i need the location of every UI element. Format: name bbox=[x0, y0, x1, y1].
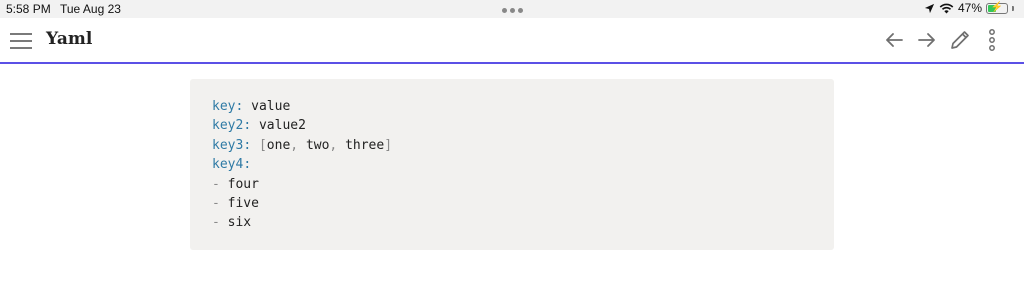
yaml-dash: - bbox=[212, 176, 220, 192]
forward-arrow-icon[interactable] bbox=[915, 28, 939, 52]
edit-pencil-icon[interactable] bbox=[948, 28, 972, 52]
yaml-code-block: key: value key2: value2 key3: [one, two,… bbox=[190, 79, 834, 250]
yaml-colon: : bbox=[243, 157, 252, 173]
code-line: key2: value2 bbox=[212, 118, 306, 133]
page-title: Yaml bbox=[46, 29, 93, 49]
yaml-bracket-close: ] bbox=[384, 137, 393, 153]
status-time: 5:58 PM bbox=[6, 2, 51, 16]
code-text: key: value key2: value2 key3: [one, two,… bbox=[212, 97, 392, 233]
yaml-flow-item: three bbox=[345, 137, 385, 153]
wifi-icon bbox=[939, 3, 954, 14]
yaml-list-item: six bbox=[227, 215, 252, 231]
menu-icon[interactable] bbox=[10, 31, 32, 49]
code-line: key: value bbox=[212, 99, 290, 114]
code-line: - four bbox=[212, 177, 259, 192]
multitasking-dots-icon[interactable] bbox=[502, 8, 523, 13]
status-indicators: 47% ⚡ bbox=[924, 1, 1014, 15]
yaml-dash: - bbox=[212, 215, 220, 231]
yaml-comma: , bbox=[290, 137, 299, 153]
yaml-colon: : bbox=[235, 99, 244, 114]
location-icon bbox=[924, 3, 935, 14]
yaml-key: key2 bbox=[212, 118, 244, 134]
code-line: - five bbox=[212, 196, 259, 211]
more-vertical-icon[interactable] bbox=[980, 28, 1004, 52]
yaml-key: key4 bbox=[212, 157, 244, 173]
yaml-dash: - bbox=[212, 196, 220, 212]
status-date: Tue Aug 23 bbox=[60, 2, 121, 16]
yaml-list-item: five bbox=[227, 196, 259, 212]
yaml-flow-item: one bbox=[266, 137, 291, 153]
yaml-list-item: four bbox=[227, 176, 259, 192]
yaml-value: value bbox=[251, 99, 291, 114]
battery-percent: 47% bbox=[957, 1, 982, 15]
yaml-bracket-open: [ bbox=[258, 137, 267, 153]
code-line: - six bbox=[212, 215, 251, 230]
code-line: key4: bbox=[212, 157, 251, 172]
app-toolbar: Yaml bbox=[0, 18, 1024, 64]
yaml-comma: , bbox=[329, 137, 338, 153]
status-bar: 5:58 PM Tue Aug 23 47% ⚡ bbox=[0, 0, 1024, 18]
back-arrow-icon[interactable] bbox=[882, 28, 906, 52]
code-line: key3: [one, two, three] bbox=[212, 138, 392, 153]
battery-tip bbox=[1012, 5, 1014, 11]
yaml-colon: : bbox=[243, 137, 252, 153]
yaml-key: key3 bbox=[212, 137, 244, 153]
yaml-flow-item: two bbox=[305, 137, 330, 153]
yaml-key: key bbox=[212, 99, 236, 114]
yaml-colon: : bbox=[243, 118, 252, 134]
yaml-value: value2 bbox=[258, 118, 306, 134]
battery-charging-icon: ⚡ bbox=[986, 2, 1008, 14]
